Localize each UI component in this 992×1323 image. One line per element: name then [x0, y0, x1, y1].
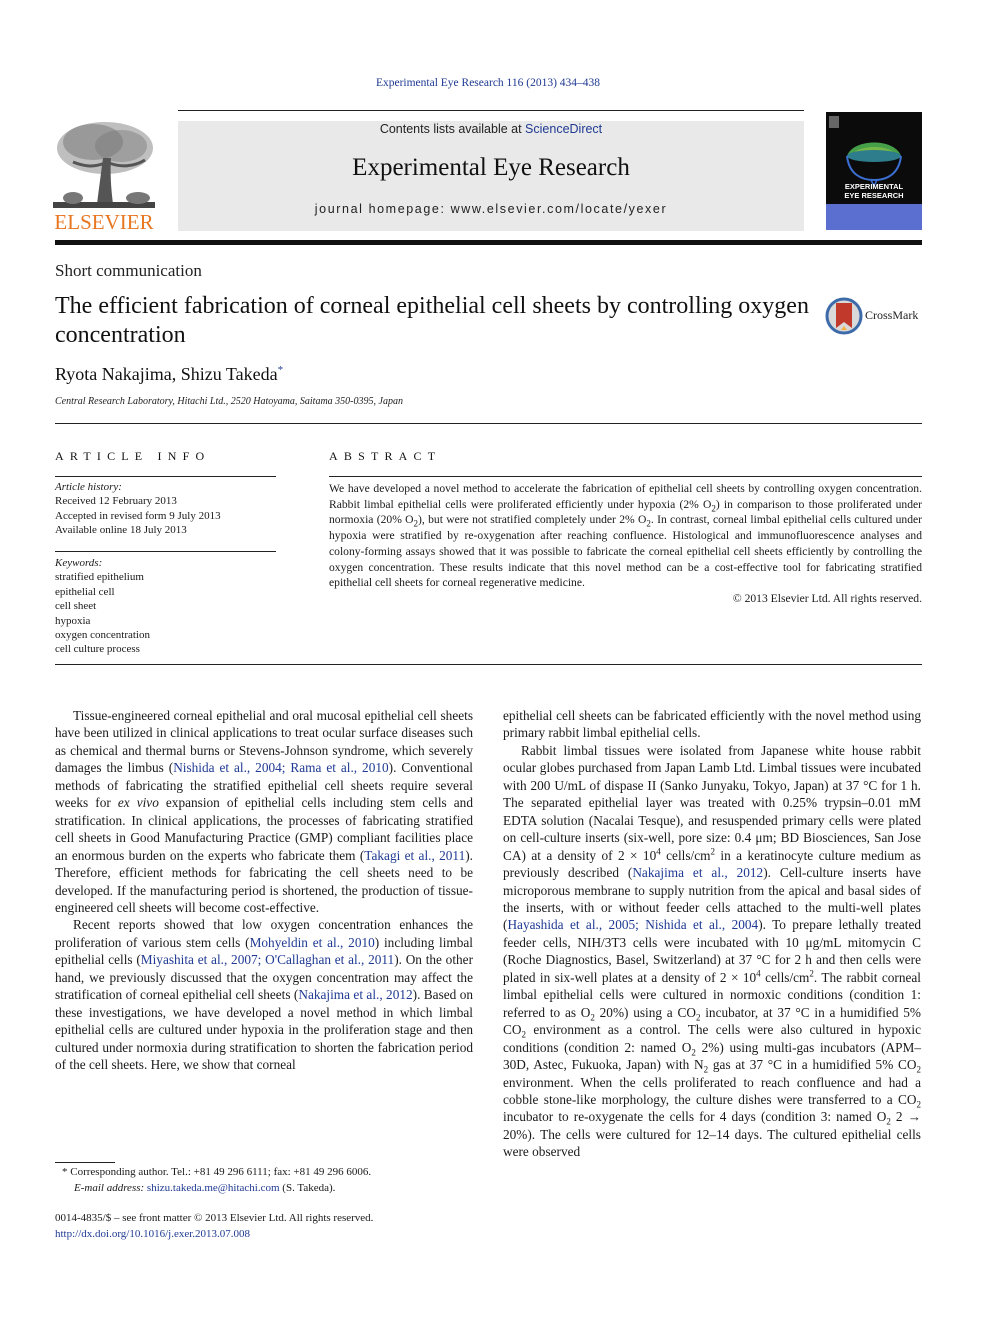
body-column-left: Tissue-engineered corneal epithelial and…: [55, 707, 473, 1074]
history-received: Received 12 February 2013: [55, 495, 177, 508]
history-accepted: Accepted in revised form 9 July 2013: [55, 509, 221, 522]
front-matter: 0014-4835/$ – see front matter © 2013 El…: [55, 1211, 505, 1242]
cover-title-line2: EYE RESEARCH: [844, 191, 904, 200]
header-rule: [178, 110, 804, 111]
email-link[interactable]: shizu.takeda.me@hitachi.com: [147, 1182, 280, 1194]
header-thick-rule: [55, 240, 922, 245]
reference-link[interactable]: Takagi et al., 2011: [364, 848, 465, 863]
footnote: * Corresponding author. Tel.: +81 49 296…: [62, 1165, 482, 1196]
reference-link[interactable]: Nishida et al., 2004; Rama et al., 2010: [173, 760, 388, 775]
cover-badge-icon: [829, 116, 839, 128]
divider: [55, 551, 276, 552]
cover-title-line1: EXPERIMENTAL: [844, 182, 904, 191]
elsevier-wordmark: ELSEVIER: [54, 210, 154, 234]
keyword: cell sheet: [55, 600, 97, 613]
keyword: stratified epithelium: [55, 571, 144, 584]
elsevier-logo[interactable]: ELSEVIER: [53, 118, 155, 234]
footnote-mark: *: [62, 1166, 68, 1178]
reference-link[interactable]: Hayashida et al., 2005; Nishida et al., …: [507, 917, 758, 932]
email-suffix: (S. Takeda).: [279, 1181, 336, 1194]
body-paragraph: Recent reports showed that low oxygen co…: [55, 917, 474, 1073]
corresponding-author-note: * Corresponding author. Tel.: +81 49 296…: [62, 1165, 482, 1181]
abstract-paragraph: We have developed a novel method to acce…: [329, 482, 922, 590]
reference-link[interactable]: Nakajima et al., 2012: [632, 865, 763, 880]
issn-line: 0014-4835/$ – see front matter © 2013 El…: [55, 1212, 374, 1224]
authors: Ryota Nakajima, Shizu Takeda*: [55, 364, 283, 385]
body-paragraph: Rabbit limbal tissues were isolated from…: [503, 742, 922, 1160]
body-paragraph: epithelial cell sheets can be fabricated…: [503, 708, 921, 741]
cover-band: [826, 204, 922, 230]
keyword: cell culture process: [55, 643, 140, 656]
contents-prefix: Contents lists available at: [379, 122, 526, 136]
crossmark-badge[interactable]: CrossMark: [825, 296, 925, 336]
history-label: Article history:: [55, 481, 122, 493]
body-column-right: epithelial cell sheets can be fabricated…: [503, 707, 921, 1161]
sciencedirect-link[interactable]: ScienceDirect: [525, 122, 602, 136]
crossmark-icon: [825, 297, 863, 335]
reference-link[interactable]: Miyashita et al., 2007; O'Callaghan et a…: [141, 952, 394, 967]
author-names: Ryota Nakajima, Shizu Takeda: [55, 364, 278, 384]
journal-homepage[interactable]: journal homepage: www.elsevier.com/locat…: [178, 202, 804, 216]
keyword: epithelial cell: [55, 585, 115, 598]
body-paragraph: Tissue-engineered corneal epithelial and…: [55, 708, 473, 915]
keyword: hypoxia: [55, 614, 91, 627]
reference-link[interactable]: Nakajima et al., 2012: [298, 987, 412, 1002]
abstract-copyright: © 2013 Elsevier Ltd. All rights reserved…: [732, 591, 922, 605]
abstract-heading: ABSTRACT: [329, 449, 442, 463]
email-line: E-mail address: shizu.takeda.me@hitachi.…: [62, 1181, 482, 1197]
article-history: Article history: Received 12 February 20…: [55, 480, 280, 538]
doi-link[interactable]: http://dx.doi.org/10.1016/j.exer.2013.07…: [55, 1227, 505, 1243]
journal-cover[interactable]: EXPERIMENTAL EYE RESEARCH: [826, 112, 922, 230]
email-label: E-mail address:: [74, 1181, 145, 1194]
journal-citation[interactable]: Experimental Eye Research 116 (2013) 434…: [0, 77, 976, 89]
keywords: Keywords: stratified epithelium epitheli…: [55, 556, 280, 657]
journal-masthead: Contents lists available at ScienceDirec…: [178, 121, 804, 231]
abstract-body: We have developed a novel method to acce…: [329, 481, 922, 607]
divider: [55, 664, 922, 665]
section-type: Short communication: [55, 261, 202, 280]
elsevier-tree-icon: [53, 118, 155, 210]
reference-link[interactable]: Mohyeldin et al., 2010: [250, 935, 375, 950]
journal-name: Experimental Eye Research: [352, 154, 630, 181]
contents-line: Contents lists available at ScienceDirec…: [178, 122, 804, 136]
affiliation: Central Research Laboratory, Hitachi Ltd…: [55, 396, 403, 407]
footnote-rule: [55, 1162, 115, 1163]
divider: [55, 476, 276, 477]
keyword: oxygen concentration: [55, 629, 150, 642]
keywords-label: Keywords:: [55, 557, 103, 569]
corresponding-author-mark[interactable]: *: [278, 364, 284, 376]
article-info-heading: ARTICLE INFO: [55, 449, 211, 463]
cover-title: EXPERIMENTAL EYE RESEARCH: [826, 182, 922, 200]
divider: [55, 423, 922, 424]
footnote-text: Corresponding author. Tel.: +81 49 296 6…: [70, 1166, 372, 1178]
divider: [329, 476, 922, 477]
article-title: The efficient fabrication of corneal epi…: [55, 293, 809, 348]
history-online: Available online 18 July 2013: [55, 524, 187, 537]
crossmark-label: CrossMark: [865, 308, 919, 322]
